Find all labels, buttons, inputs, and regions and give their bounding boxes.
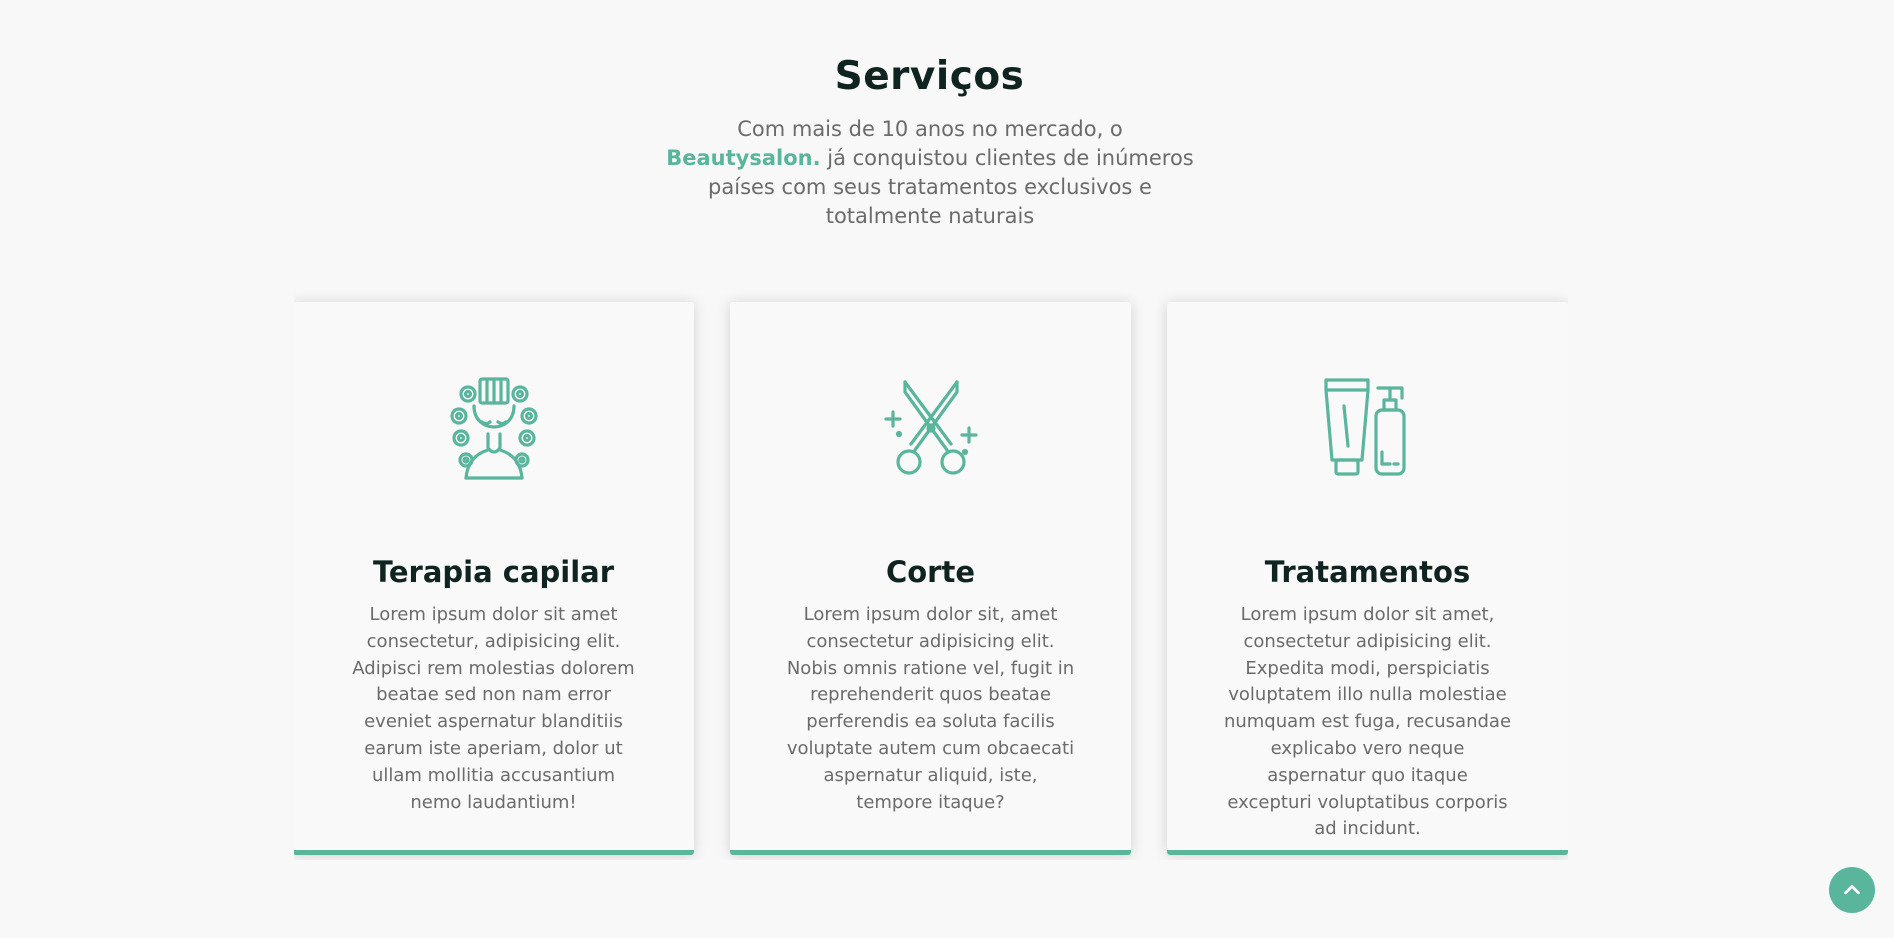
card-description: Lorem ipsum dolor sit amet, consectetur …: [1223, 604, 1512, 840]
scissors-icon: [881, 376, 981, 480]
card-title: Terapia capilar: [372, 555, 615, 589]
brand-name: Beautysalon.: [666, 146, 821, 170]
hair-rollers-icon: [444, 376, 544, 480]
card-title: Corte: [885, 555, 976, 589]
chevron-up-icon: [1844, 884, 1860, 895]
section-title: Serviços: [834, 54, 1025, 100]
service-card-tratamentos[interactable]: Tratamentos Lorem ipsum dolor sit amet, …: [1167, 302, 1568, 855]
services-carousel[interactable]: Terapia capilar Lorem ipsum dolor sit am…: [294, 284, 1568, 860]
intro-text-before: Com mais de 10 anos no mercado, o: [737, 117, 1123, 141]
service-card-corte[interactable]: Corte Lorem ipsum dolor sit, amet consec…: [730, 302, 1131, 855]
card-description: Lorem ipsum dolor sit, amet consectetur …: [786, 604, 1075, 813]
section-intro: Com mais de 10 anos no mercado, o Beauty…: [660, 115, 1200, 231]
card-title: Tratamentos: [1264, 555, 1471, 589]
card-description: Lorem ipsum dolor sit amet consectetur, …: [352, 604, 635, 813]
service-card-terapia-capilar[interactable]: Terapia capilar Lorem ipsum dolor sit am…: [294, 302, 694, 855]
cosmetic-bottles-icon: [1318, 376, 1418, 480]
scroll-to-top-button[interactable]: [1829, 867, 1875, 913]
